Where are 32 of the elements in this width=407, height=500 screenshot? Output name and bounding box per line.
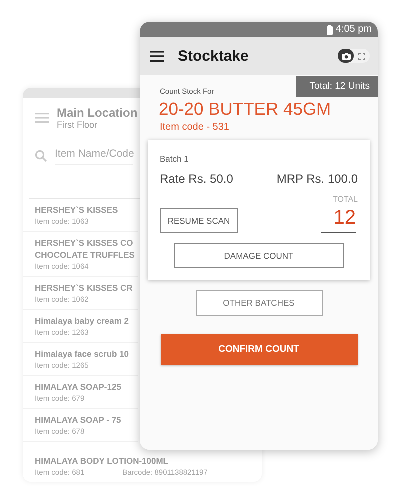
item-name: HIMALAYA SOAP-125 (35, 382, 122, 392)
other-batches-button[interactable]: OTHER BATCHES (196, 290, 322, 316)
status-time: 4:05 pm (336, 24, 372, 35)
resume-scan-button[interactable]: RESUME SCAN (160, 208, 238, 233)
total-label: TOTAL (332, 195, 358, 204)
battery-icon (326, 24, 333, 34)
item-name: CHOCOLATE TRUFFLES (35, 250, 134, 260)
item-name: 20-20 BUTTER 45GM (159, 99, 332, 120)
item-code: Item code - 531 (160, 122, 230, 133)
rate-text: Rate Rs. 50.0 (160, 172, 234, 186)
item-name: HERSHEY`S KISSES CO (35, 238, 134, 248)
damage-count-button[interactable]: DAMAGE COUNT (174, 243, 344, 268)
total-badge: Total: 12 Units (296, 76, 378, 97)
mrp-text: MRP Rs. 100.0 (276, 172, 358, 186)
camera-icon (342, 52, 350, 60)
count-field[interactable]: 12 (321, 207, 356, 233)
screen-subtitle: First Floor (57, 120, 98, 130)
item-name: Himalaya baby cream 2 (35, 316, 130, 326)
search-icon (35, 150, 47, 162)
camera-toggle[interactable] (338, 49, 354, 63)
item-name: HERSHEY`S KISSES (35, 205, 120, 215)
search-field[interactable]: Item Name/Code (55, 148, 133, 164)
item-name: HIMALAYA BODY LOTION-100ML (35, 456, 170, 466)
batch-label: Batch 1 (160, 154, 190, 164)
screen-title: Main Location (57, 106, 138, 120)
item-name: HERSHEY`S KISSES CR (35, 283, 134, 293)
item-name: Himalaya face scrub 10 (35, 349, 130, 359)
confirm-count-button[interactable]: CONFIRM COUNT (160, 334, 358, 365)
app-title: Stocktake (178, 48, 250, 64)
scan-icon (358, 52, 366, 60)
menu-icon[interactable] (150, 50, 164, 62)
item-name: HIMALAYA SOAP - 75 (35, 415, 122, 425)
